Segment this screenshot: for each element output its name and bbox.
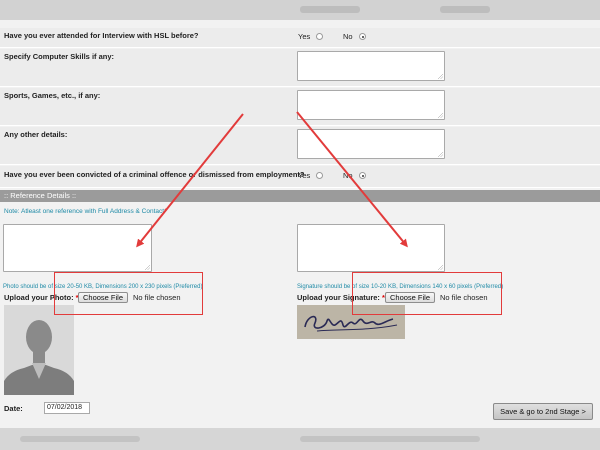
convicted-yes-label: Yes [298, 171, 311, 180]
photo-preview [4, 305, 74, 395]
interview-row: Have you ever attended for Interview wit… [0, 28, 600, 48]
interview-yes-label: Yes [298, 32, 311, 41]
date-input[interactable]: 07/02/2018 [44, 402, 90, 414]
computer-skills-label: Specify Computer Skills if any: [4, 52, 115, 61]
sports-label: Sports, Games, etc., if any: [4, 91, 101, 100]
reference-note: Note: Atleast one reference with Full Ad… [4, 208, 167, 215]
blurred-footer [20, 436, 140, 442]
convicted-no-label: No [343, 171, 353, 180]
annotation-box-photo [54, 272, 203, 315]
other-details-label: Any other details: [4, 130, 68, 139]
date-label: Date: [4, 404, 23, 413]
blurred-footer [300, 436, 480, 442]
computer-skills-textarea[interactable] [297, 51, 445, 81]
annotation-box-signature [352, 272, 502, 315]
computer-skills-row: Specify Computer Skills if any: [0, 49, 600, 87]
convicted-yes-radio[interactable] [316, 172, 323, 179]
convicted-no-radio[interactable] [359, 172, 366, 179]
other-details-textarea[interactable] [297, 129, 445, 159]
convicted-question: Have you ever been convicted of a crimin… [4, 170, 305, 179]
interview-question: Have you ever attended for Interview wit… [4, 31, 199, 40]
sports-textarea[interactable] [297, 90, 445, 120]
interview-no-radio[interactable] [359, 33, 366, 40]
reference-note-text: Note: Atleast one reference with Full Ad… [4, 208, 165, 215]
save-next-stage-button[interactable]: Save & go to 2nd Stage > [493, 403, 593, 420]
bottom-band [0, 428, 600, 450]
reference-section-header: :: Reference Details :: [0, 190, 600, 202]
blurred-header [440, 6, 490, 13]
other-details-row: Any other details: [0, 127, 600, 165]
required-mark: * [164, 208, 167, 215]
reference-2-textarea[interactable] [297, 224, 445, 272]
convicted-row: Have you ever been convicted of a crimin… [0, 166, 600, 188]
reference-1-textarea[interactable] [3, 224, 152, 272]
person-silhouette-icon [4, 305, 74, 395]
interview-no-label: No [343, 32, 353, 41]
top-band [0, 0, 600, 20]
blurred-header [300, 6, 360, 13]
interview-yes-radio[interactable] [316, 33, 323, 40]
sports-row: Sports, Games, etc., if any: [0, 88, 600, 126]
